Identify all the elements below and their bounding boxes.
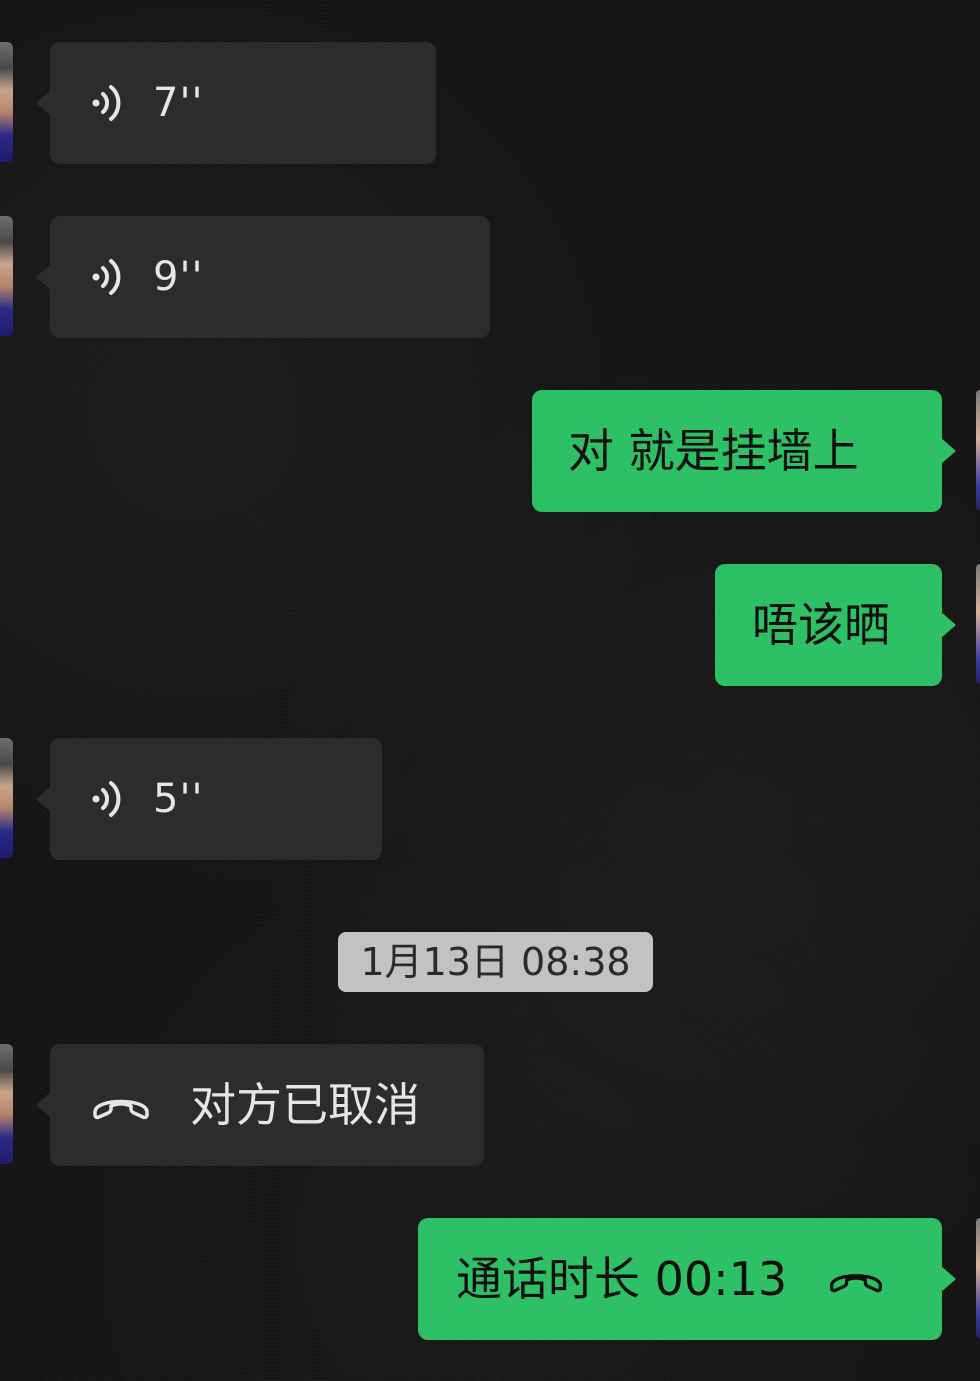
text-message-bubble[interactable]: 对 就是挂墙上 <box>532 390 942 512</box>
timestamp-label: 1月13日 08:38 <box>338 932 653 992</box>
contact-avatar[interactable] <box>0 42 13 162</box>
voice-message-bubble[interactable]: 9'' <box>50 216 490 338</box>
call-duration-text: 通话时长 00:13 <box>456 1252 788 1306</box>
voice-message-bubble[interactable]: 5'' <box>50 738 382 860</box>
phone-hangup-icon <box>830 1274 883 1293</box>
call-cancelled-bubble[interactable]: 对方已取消 <box>50 1044 484 1166</box>
voice-duration: 9'' <box>153 254 204 300</box>
message-text: 唔该晒 <box>752 598 890 652</box>
my-avatar[interactable] <box>976 390 980 510</box>
chat-area: 7'' 9'' 对 就是挂墙上 唔该晒 5'' 1月13日 08:38 对方已取… <box>0 0 980 1381</box>
text-message-bubble[interactable]: 唔该晒 <box>715 564 942 686</box>
call-duration-bubble[interactable]: 通话时长 00:13 <box>418 1218 942 1340</box>
voice-duration: 5'' <box>153 776 204 822</box>
voice-wave-icon <box>92 781 121 817</box>
my-avatar[interactable] <box>976 564 980 684</box>
contact-avatar[interactable] <box>0 216 13 336</box>
call-status-text: 对方已取消 <box>190 1078 420 1132</box>
voice-wave-icon <box>92 259 121 295</box>
voice-duration: 7'' <box>153 80 204 126</box>
message-text: 对 就是挂墙上 <box>568 424 859 478</box>
phone-hangup-icon <box>93 1099 149 1120</box>
contact-avatar[interactable] <box>0 738 13 858</box>
my-avatar[interactable] <box>976 1218 980 1338</box>
contact-avatar[interactable] <box>0 1044 13 1164</box>
voice-wave-icon <box>92 85 121 121</box>
voice-message-bubble[interactable]: 7'' <box>50 42 436 164</box>
